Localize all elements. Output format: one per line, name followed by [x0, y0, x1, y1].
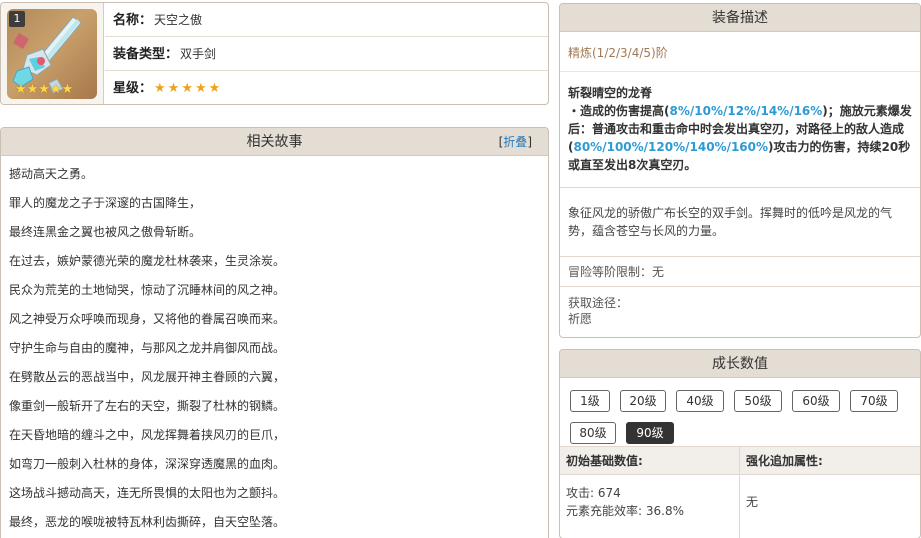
level-button-90[interactable]: 90级: [626, 422, 674, 444]
story-line: 最终，恶龙的喉咙被特瓦林利齿撕碎，自天空坠落。: [9, 515, 286, 529]
weapon-rank-badge: 1: [9, 11, 25, 27]
flavor-text: 象征风龙的骄傲广布长空的双手剑。挥舞时的低吟是风龙的气势，蕴含苍空与长风的力量。: [560, 188, 920, 257]
weapon-portrait-frame: 1 ★★★★★: [1, 3, 104, 104]
story-line: 像重剑一般斩开了左右的天空，撕裂了杜林的钢鳞。: [9, 399, 286, 413]
growth-stats-panel: 成长数值 1级 20级 40级 50级 60级 70级 80级 90级 初始基础…: [559, 349, 921, 538]
story-line: 民众为荒芜的土地恸哭，惊动了沉睡林间的风之神。: [9, 283, 286, 297]
weapon-rarity-row: 星级： ★★★★★: [105, 71, 548, 104]
toggle-bracket-close: ]: [527, 135, 532, 149]
acquisition-source: 获取途径： 祈愿: [560, 287, 920, 327]
level-button-20[interactable]: 20级: [620, 390, 666, 412]
bonus-stats-value: 无: [746, 495, 759, 509]
description-header: 装备描述: [560, 4, 920, 32]
weapon-name-row: 名称： 天空之傲: [105, 3, 548, 37]
skill-vacuum-blade-damage: 80%/100%/120%/140%/160%: [573, 140, 769, 154]
story-line: 在劈散丛云的恶战当中，风龙展开神主眷顾的六翼，: [9, 370, 286, 384]
bonus-stats-column: 强化追加属性: 无: [740, 447, 920, 538]
story-line: 在天昏地暗的缠斗之中，风龙挥舞着挟风刃的巨爪，: [9, 428, 286, 442]
level-button-50[interactable]: 50级: [734, 390, 782, 412]
base-stats-column: 初始基础数值: 攻击: 674 元素充能效率: 36.8%: [560, 447, 740, 538]
story-line: 在过去，嫉妒蒙德光荣的魔龙杜林袭来，生灵涂炭。: [9, 254, 286, 268]
story-title: 相关故事: [246, 134, 303, 150]
story-panel: 相关故事 [折叠] 撼动高天之勇。 罪人的魔龙之子于深邃的古国降生， 最终连黑金…: [0, 127, 549, 538]
level-button-70[interactable]: 70级: [850, 390, 898, 412]
skill-damage-bonus: 8%/10%/12%/14%/16%: [669, 104, 823, 118]
passive-skill: 斩裂晴空的龙脊 ・造成的伤害提高(8%/10%/12%/14%/16%)；施放元…: [560, 72, 920, 188]
weapon-rarity-label: 星级：: [113, 81, 153, 96]
base-stats-values: 攻击: 674 元素充能效率: 36.8%: [560, 475, 739, 520]
weapon-name-label: 名称：: [113, 13, 153, 28]
story-toggle: [折叠]: [499, 128, 532, 156]
story-line: 守护生命与自由的魔神，与那风之龙并肩御风而战。: [9, 341, 286, 355]
equipment-description-panel: 装备描述 精炼(1/2/3/4/5)阶 斩裂晴空的龙脊 ・造成的伤害提高(8%/…: [559, 3, 921, 338]
story-lines: 撼动高天之勇。 罪人的魔龙之子于深邃的古国降生， 最终连黑金之翼也被风之傲骨斩断…: [1, 156, 548, 538]
weapon-info-panel: 1 ★★★★★ 名称： 天空之傲 装备类型： 双手剑 星级： ★★★★★: [0, 2, 549, 105]
weapon-type-row: 装备类型： 双手剑: [105, 37, 548, 71]
story-line: 这场战斗撼动高天，连无所畏惧的太阳也为之颤抖。: [9, 486, 286, 500]
story-line: 最终连黑金之翼也被风之傲骨斩断。: [9, 225, 202, 239]
base-attack: 攻击: 674: [566, 486, 621, 500]
rarity-stars: ★★★★★: [154, 81, 223, 96]
portrait-rarity-stars: ★★★★★: [15, 82, 74, 97]
stats-table: 初始基础数值: 攻击: 674 元素充能效率: 36.8% 强化追加属性: 无: [560, 446, 920, 538]
story-line: 如弯刀一般刺入杜林的身体，深深穿透魔黑的血肉。: [9, 457, 286, 471]
collapse-link[interactable]: 折叠: [503, 135, 527, 149]
level-button-1[interactable]: 1级: [570, 390, 610, 412]
adventure-rank-limit: 冒险等阶限制：无: [560, 257, 920, 287]
story-line: 风之神受万众呼唤而现身，又将他的眷属召唤而来。: [9, 312, 286, 326]
bonus-stats-header: 强化追加属性:: [740, 447, 920, 475]
source-value: 祈愿: [568, 312, 593, 326]
energy-recharge: 元素充能效率: 36.8%: [566, 504, 684, 518]
source-label: 获取途径：: [568, 296, 629, 310]
skill-name: 斩裂晴空的龙脊: [568, 86, 653, 100]
weapon-type-label: 装备类型：: [113, 47, 179, 62]
skill-text: ・造成的伤害提高(8%/10%/12%/14%/16%)；施放元素爆发后：普通攻…: [568, 102, 912, 174]
skill-text-part: ・造成的伤害提高(: [568, 104, 670, 118]
story-line: 撼动高天之勇。: [9, 167, 94, 181]
weapon-type: 双手剑: [180, 47, 217, 61]
refinement-levels: 精炼(1/2/3/4/5)阶: [560, 32, 920, 72]
story-header: 相关故事 [折叠]: [1, 128, 548, 156]
level-button-80[interactable]: 80级: [570, 422, 616, 444]
story-line: 罪人的魔龙之子于深邃的古国降生，: [9, 196, 202, 210]
weapon-name: 天空之傲: [154, 13, 203, 27]
weapon-portrait: 1 ★★★★★: [7, 9, 97, 99]
base-stats-header: 初始基础数值:: [560, 447, 739, 475]
level-button-40[interactable]: 40级: [676, 390, 724, 412]
growth-header: 成长数值: [560, 350, 920, 378]
level-button-60[interactable]: 60级: [792, 390, 840, 412]
